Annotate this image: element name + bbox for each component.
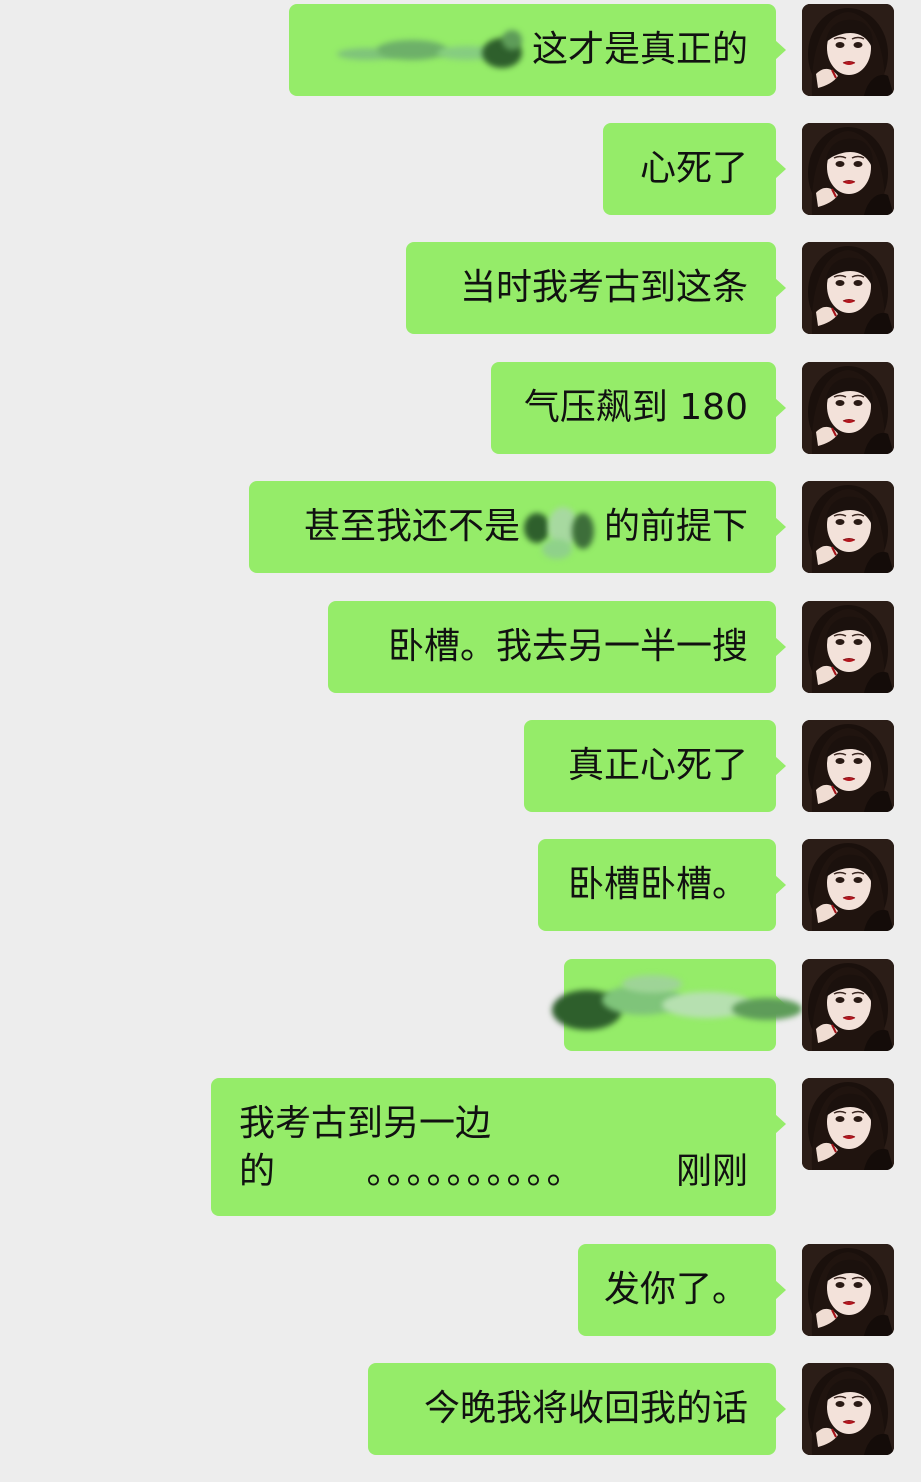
- portrait-icon: [802, 242, 894, 334]
- message-text: 卧槽。我去另一半一搜: [387, 626, 748, 667]
- message-bubble[interactable]: 气压飙到 180: [491, 362, 786, 454]
- user-avatar[interactable]: [802, 959, 894, 1051]
- message-text: 真正心死了: [567, 745, 748, 786]
- message-bubble[interactable]: 甚至我还不是 的前提下: [249, 481, 786, 573]
- message-text: 发你了。: [603, 1269, 748, 1310]
- redacted-text: [552, 970, 817, 1040]
- portrait-icon: [802, 4, 894, 96]
- portrait-icon: [802, 1363, 894, 1455]
- redacted-text: [317, 30, 528, 70]
- message-bubble[interactable]: 卧槽卧槽。: [538, 839, 786, 931]
- message-text-line-2: 的 。。。。。。。。。。 刚刚: [239, 1148, 748, 1196]
- portrait-icon: [802, 720, 894, 812]
- portrait-icon: [802, 1078, 894, 1170]
- portrait-icon: [802, 839, 894, 931]
- portrait-icon: [802, 959, 894, 1051]
- message-text: 心死了: [639, 148, 748, 189]
- user-avatar[interactable]: [802, 720, 894, 812]
- user-avatar[interactable]: [802, 601, 894, 693]
- message-text: 气压飙到 180: [523, 387, 748, 428]
- user-avatar[interactable]: [802, 481, 894, 573]
- message-bubble[interactable]: 卧槽。我去另一半一搜: [328, 601, 786, 693]
- user-avatar[interactable]: [802, 242, 894, 334]
- message-text: 的: [239, 1151, 276, 1192]
- message-text: 今晚我将收回我的话: [423, 1388, 748, 1429]
- message-bubble[interactable]: 心死了: [603, 123, 786, 215]
- message-text: 刚刚: [675, 1151, 748, 1192]
- user-avatar[interactable]: [802, 1244, 894, 1336]
- message-bubble[interactable]: 这才是真正的: [289, 4, 786, 96]
- message-bubble[interactable]: 当时我考古到这条: [406, 242, 786, 334]
- message-text: 的前提下: [603, 506, 748, 547]
- user-avatar[interactable]: [802, 1078, 894, 1170]
- portrait-icon: [802, 601, 894, 693]
- user-avatar[interactable]: [802, 4, 894, 96]
- chat-message-list[interactable]: 这才是真正的 心死了 当时我考古到这条 气压飙到 180 甚至我还不是 的前提下…: [0, 0, 921, 1482]
- portrait-icon: [802, 481, 894, 573]
- message-text: 卧槽卧槽。: [567, 864, 748, 905]
- user-avatar[interactable]: [802, 362, 894, 454]
- message-text: 甚至我还不是: [303, 506, 520, 547]
- message-text: 这才是真正的: [531, 29, 748, 70]
- message-text-line-1: 我考古到另一边: [239, 1103, 492, 1144]
- message-bubble[interactable]: 我考古到另一边 的 。。。。。。。。。。 刚刚: [211, 1078, 786, 1216]
- portrait-icon: [802, 123, 894, 215]
- message-bubble[interactable]: 发你了。: [578, 1244, 786, 1336]
- portrait-icon: [802, 1244, 894, 1336]
- message-text: 当时我考古到这条: [459, 267, 748, 308]
- user-avatar[interactable]: [802, 1363, 894, 1455]
- portrait-icon: [802, 362, 894, 454]
- redacted-text: [520, 503, 604, 559]
- message-bubble[interactable]: 真正心死了: [524, 720, 786, 812]
- user-avatar[interactable]: [802, 839, 894, 931]
- user-avatar[interactable]: [802, 123, 894, 215]
- message-text: 。。。。。。。。。。: [366, 1151, 585, 1192]
- message-bubble[interactable]: 今晚我将收回我的话: [368, 1363, 786, 1455]
